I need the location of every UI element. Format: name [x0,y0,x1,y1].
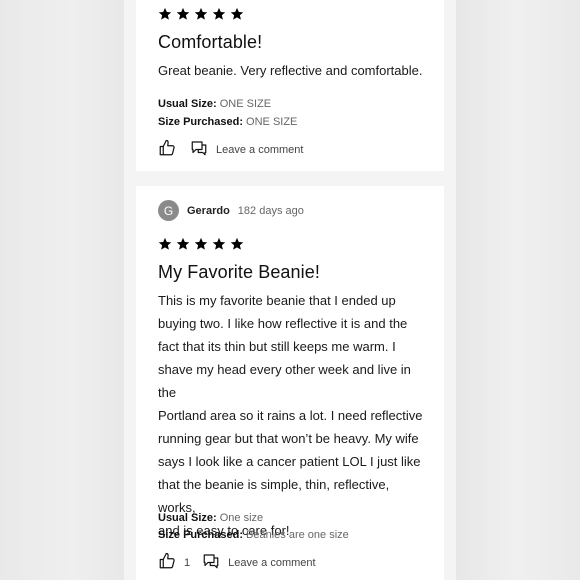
usual-size-value: One size [219,512,264,524]
review-title: My Favorite Beanie! [158,262,320,282]
review-card: G Gerardo 182 days ago My Favorite Beani… [136,186,444,580]
usual-size: Usual Size: One size [158,512,263,524]
review-body-line: buying two. I like how reflective it is … [158,316,408,331]
like-count: 1 [184,556,191,569]
usual-size-label: Usual Size: [158,512,217,524]
size-purchased-value: Beanies are one size [246,529,349,541]
star-icon [212,7,226,20]
author-name: Gerardo [187,204,230,217]
review-body: This is my favorite beanie that I ended … [158,289,424,542]
star-icon [230,237,244,250]
usual-size-value: ONE SIZE [219,98,272,110]
review-body-line: running gear but that won’t be heavy. My… [158,431,419,446]
star-icon [158,7,172,20]
review-actions: 1 Leave a comment [158,552,316,573]
review-actions: Leave a comment [158,139,303,160]
size-purchased-label: Size Purchased: [158,529,243,541]
review-body: Great beanie. Very reflective and comfor… [158,63,423,78]
size-purchased-label: Size Purchased: [158,116,243,128]
star-icon [212,237,226,250]
review-body-line: fact that its thin but still keeps me wa… [158,339,396,354]
review-title: Comfortable! [158,32,263,52]
size-purchased: Size Purchased: ONE SIZE [158,116,297,128]
background-right [456,0,580,580]
star-icon [176,7,190,20]
background-left [0,0,124,580]
thumbs-up-icon[interactable] [158,139,176,160]
review-author: G Gerardo 182 days ago [158,200,304,221]
star-icon [230,7,244,20]
review-body-line: says I look like a cancer patient LOL I … [158,454,421,469]
size-purchased: Size Purchased: Beanies are one size [158,529,349,541]
review-body-line: shave my head every other week and live … [158,362,411,400]
leave-comment-link[interactable]: Leave a comment [228,557,315,569]
leave-comment-link[interactable]: Leave a comment [216,144,303,156]
star-icon [158,237,172,250]
review-body-line: Portland area so it rains a lot. I need … [158,408,423,423]
review-card: Comfortable! Great beanie. Very reflecti… [136,0,444,171]
usual-size-label: Usual Size: [158,98,217,110]
review-date: 182 days ago [237,204,304,217]
star-icon [194,237,208,250]
usual-size: Usual Size: ONE SIZE [158,98,271,110]
thumbs-up-icon[interactable] [158,552,176,573]
star-rating [158,7,244,21]
avatar: G [158,200,179,221]
star-rating [158,237,244,251]
star-icon [194,7,208,20]
star-icon [176,237,190,250]
comment-icon[interactable] [190,139,208,160]
review-body-line: This is my favorite beanie that I ended … [158,293,396,308]
size-purchased-value: ONE SIZE [246,116,298,128]
comment-icon[interactable] [202,552,220,573]
